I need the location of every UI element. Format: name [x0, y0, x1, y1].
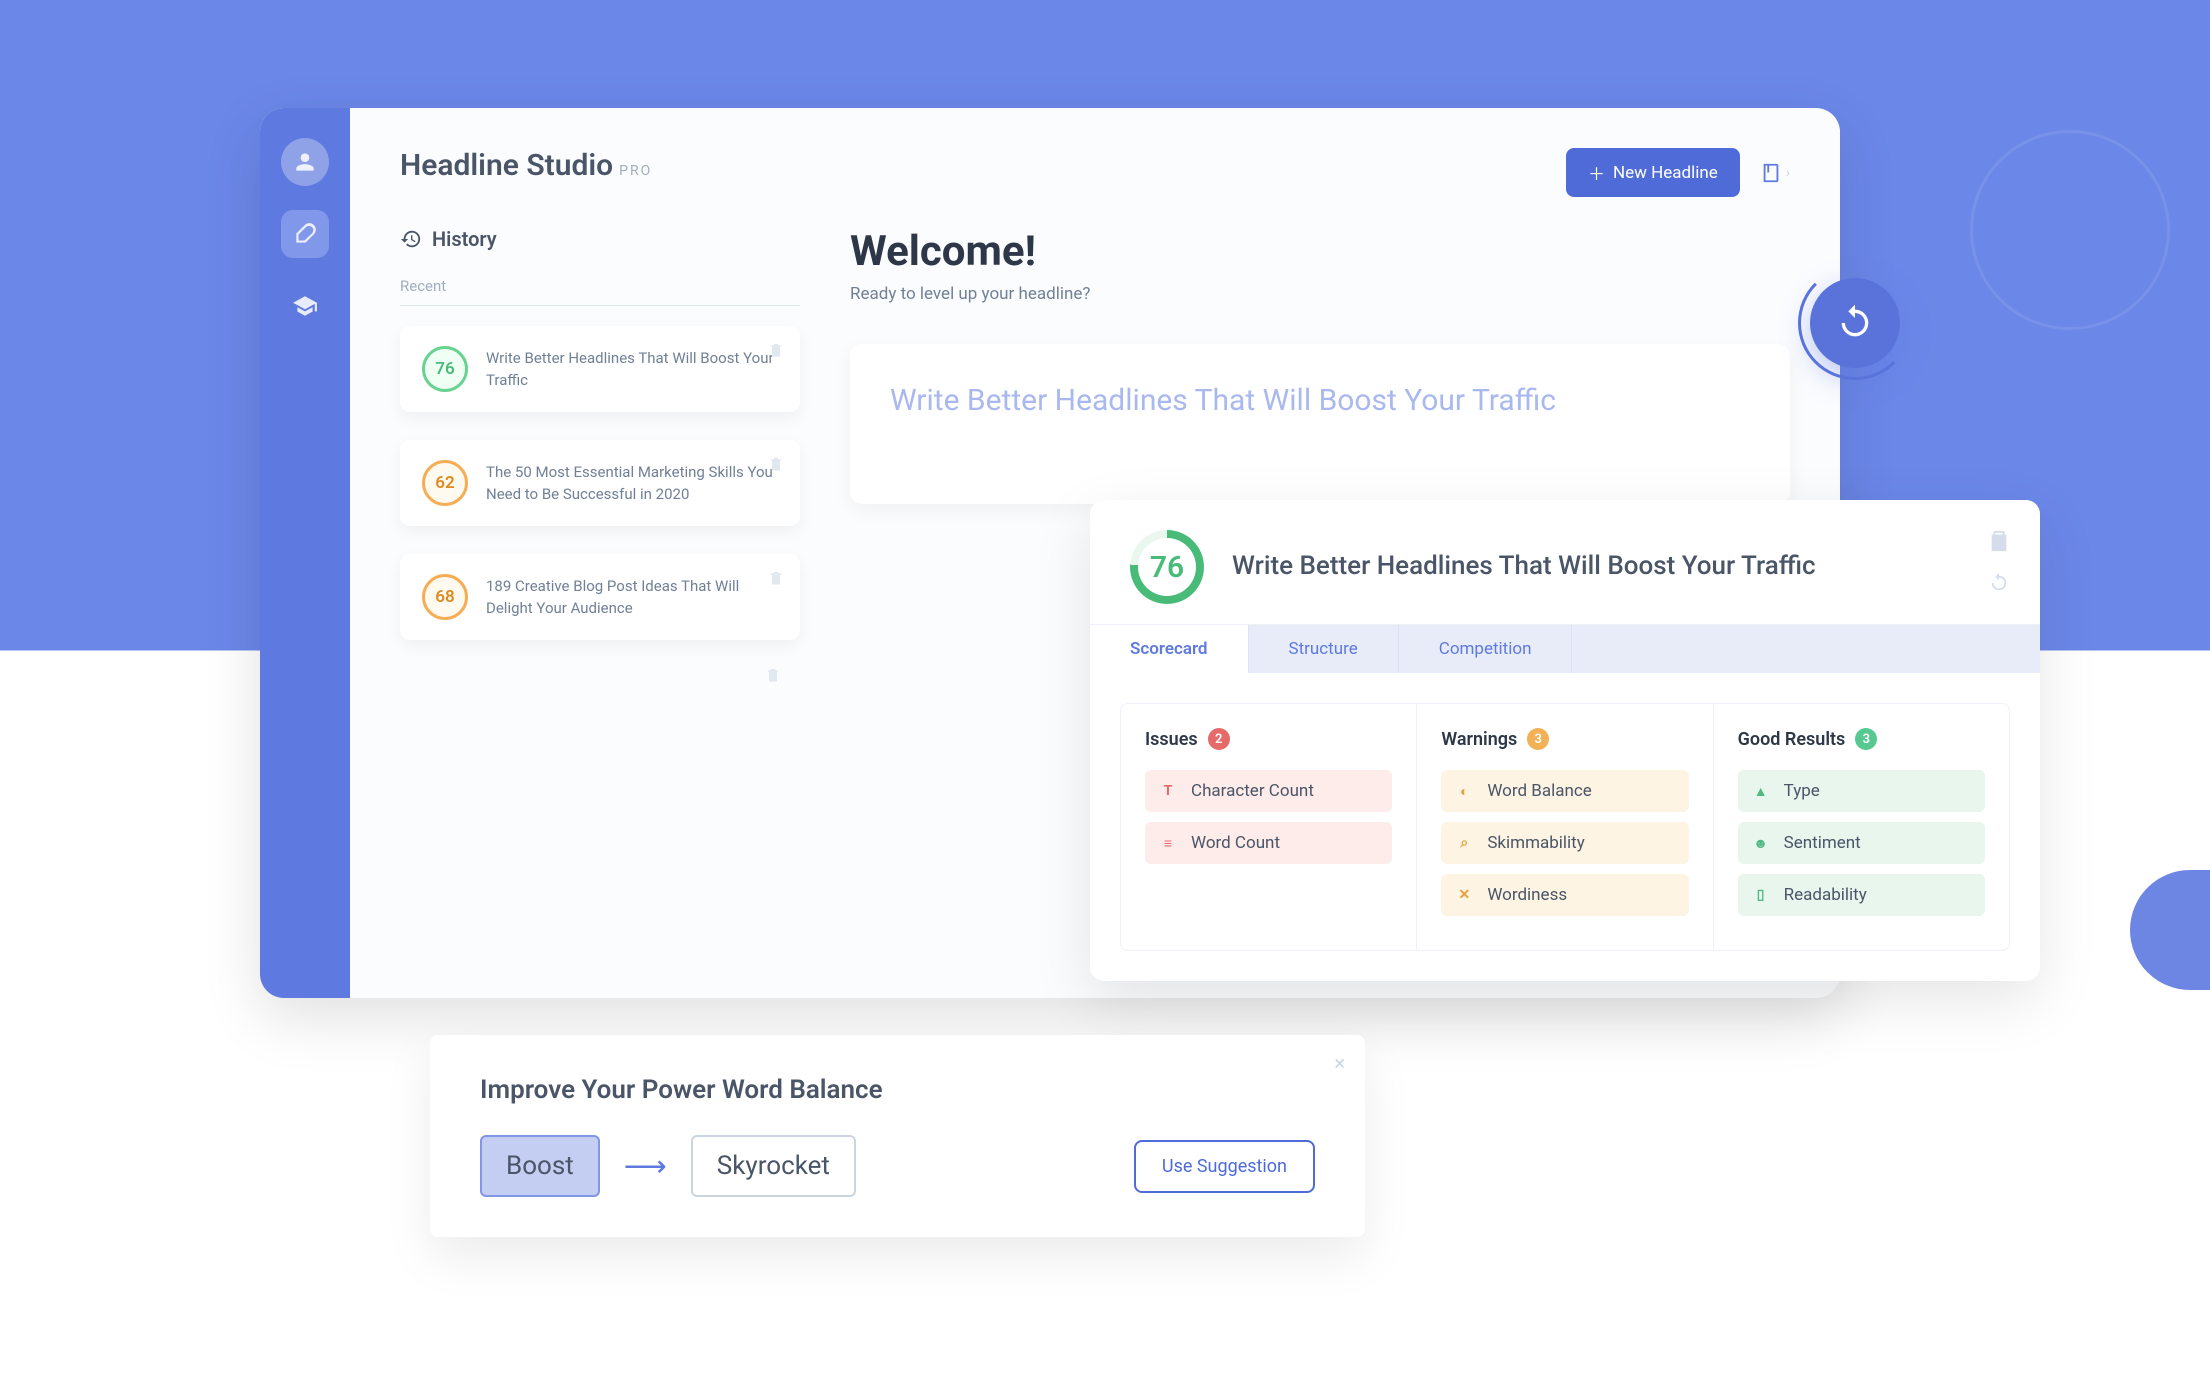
good-results-title: Good Results [1738, 729, 1846, 750]
metric-skimmability[interactable]: ⌕Skimmability [1441, 822, 1688, 864]
x-icon: ✕ [1453, 884, 1475, 906]
warnings-column: Warnings 3 ◐Word Balance ⌕Skimmability ✕… [1417, 704, 1713, 950]
score-badge: 68 [422, 574, 468, 620]
metric-word-count[interactable]: ≡Word Count [1145, 822, 1392, 864]
good-results-count: 3 [1855, 728, 1877, 750]
history-item[interactable]: 76 Write Better Headlines That Will Boos… [400, 326, 800, 412]
metric-character-count[interactable]: TCharacter Count [1145, 770, 1392, 812]
score-badge: 76 [422, 346, 468, 392]
history-item[interactable]: 68 189 Creative Blog Post Ideas That Wil… [400, 554, 800, 640]
scorecard-tabs: Scorecard Structure Competition [1090, 624, 2040, 673]
close-icon[interactable]: × [1334, 1051, 1345, 1075]
welcome-title: Welcome! [850, 227, 1790, 276]
history-panel: History Recent 76 Write Better Headlines… [400, 227, 800, 687]
history-icon [400, 228, 422, 250]
pie-icon: ◐ [1453, 780, 1475, 802]
analyze-button[interactable] [1810, 278, 1900, 368]
refresh-small-icon[interactable] [1988, 572, 2010, 594]
metric-wordiness[interactable]: ✕Wordiness [1441, 874, 1688, 916]
top-bar: Headline StudioPRO ＋ New Headline › [400, 148, 1790, 197]
plus-icon: ＋ [1588, 160, 1605, 185]
tab-competition[interactable]: Competition [1399, 625, 1573, 673]
avatar-icon[interactable] [281, 138, 329, 186]
results-grid: Issues 2 TCharacter Count ≡Word Count Wa… [1120, 703, 2010, 951]
app-title: Headline StudioPRO [400, 148, 652, 183]
issues-count: 2 [1208, 728, 1230, 750]
chevron-right-icon: › [1786, 165, 1790, 181]
history-title: History [400, 227, 800, 251]
sidebar-rail [260, 108, 350, 998]
score-badge: 62 [422, 460, 468, 506]
trash-icon[interactable] [768, 456, 784, 472]
book-icon[interactable]: › [1760, 162, 1790, 184]
warnings-count: 3 [1527, 728, 1549, 750]
metric-word-balance[interactable]: ◐Word Balance [1441, 770, 1688, 812]
recent-label: Recent [400, 277, 800, 306]
suggestion-to-word: Skyrocket [691, 1135, 856, 1197]
text-icon: T [1157, 780, 1179, 802]
arrow-right-icon: ⟶ [624, 1149, 667, 1184]
feather-icon[interactable] [281, 210, 329, 258]
suggestion-from-word: Boost [480, 1135, 600, 1197]
history-item[interactable]: 62 The 50 Most Essential Marketing Skill… [400, 440, 800, 526]
headline-input[interactable]: Write Better Headlines That Will Boost Y… [850, 344, 1790, 504]
use-suggestion-button[interactable]: Use Suggestion [1134, 1140, 1315, 1193]
suggestion-panel: × Improve Your Power Word Balance Boost … [430, 1035, 1365, 1237]
warnings-title: Warnings [1441, 729, 1517, 750]
book-small-icon: ▯ [1750, 884, 1772, 906]
education-icon[interactable] [281, 282, 329, 330]
new-headline-button[interactable]: ＋ New Headline [1566, 148, 1740, 197]
shapes-icon: ▲ [1750, 780, 1772, 802]
issues-column: Issues 2 TCharacter Count ≡Word Count [1121, 704, 1417, 950]
search-icon: ⌕ [1453, 832, 1475, 854]
clipboard-icon[interactable] [1988, 530, 2010, 552]
trash-icon[interactable] [768, 570, 784, 586]
scorecard-headline: Write Better Headlines That Will Boost Y… [1232, 549, 2000, 584]
tab-scorecard[interactable]: Scorecard [1090, 625, 1249, 673]
welcome-subtitle: Ready to level up your headline? [850, 284, 1790, 304]
history-item-text: The 50 Most Essential Marketing Skills Y… [486, 461, 778, 506]
decorative-leaf [2130, 870, 2210, 990]
issues-title: Issues [1145, 729, 1198, 750]
scorecard-panel: 76 Write Better Headlines That Will Boos… [1090, 500, 2040, 981]
suggestion-title: Improve Your Power Word Balance [480, 1075, 1315, 1105]
good-results-column: Good Results 3 ▲Type ☻Sentiment ▯Readabi… [1714, 704, 2009, 950]
metric-readability[interactable]: ▯Readability [1738, 874, 1985, 916]
tab-structure[interactable]: Structure [1249, 625, 1399, 673]
refresh-icon [1835, 303, 1875, 343]
metric-type[interactable]: ▲Type [1738, 770, 1985, 812]
history-item-text: 189 Creative Blog Post Ideas That Will D… [486, 575, 778, 620]
headline-score: 76 [1130, 530, 1204, 604]
lines-icon: ≡ [1157, 832, 1179, 854]
decorative-circle [1970, 130, 2170, 330]
history-item-text: Write Better Headlines That Will Boost Y… [486, 347, 778, 392]
metric-sentiment[interactable]: ☻Sentiment [1738, 822, 1985, 864]
smile-icon: ☻ [1750, 832, 1772, 854]
trash-icon[interactable] [768, 342, 784, 358]
trash-icon[interactable] [765, 667, 781, 683]
